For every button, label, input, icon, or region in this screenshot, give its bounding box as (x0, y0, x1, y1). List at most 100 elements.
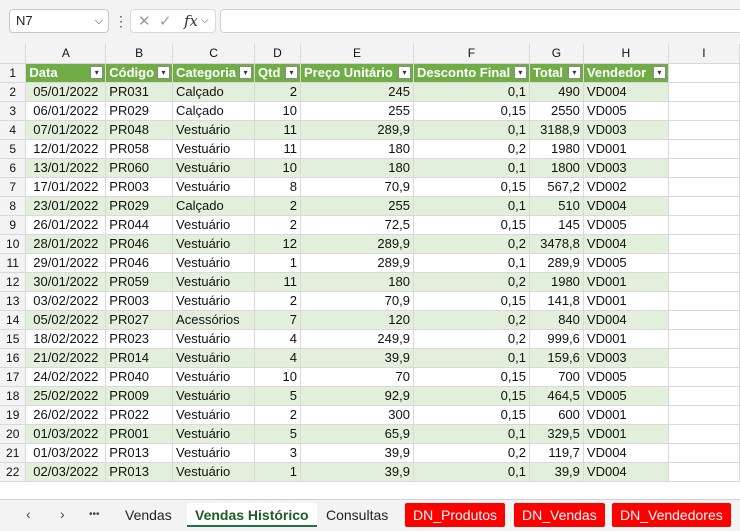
table-cell[interactable]: 10 (254, 101, 301, 121)
column-header-g[interactable]: G (529, 44, 584, 64)
cell[interactable] (668, 177, 740, 197)
table-cell[interactable]: PR023 (105, 329, 174, 349)
cell[interactable] (668, 367, 740, 387)
table-cell[interactable]: 0,1 (413, 348, 530, 368)
table-cell[interactable]: VD003 (583, 158, 669, 178)
table-cell[interactable]: 120 (300, 310, 414, 330)
cell[interactable] (668, 310, 740, 330)
table-cell[interactable]: 70,9 (300, 291, 414, 311)
table-cell[interactable]: 17/01/2022 (25, 177, 107, 197)
table-cell[interactable]: VD002 (583, 177, 669, 197)
cell[interactable] (668, 348, 740, 368)
table-cell[interactable]: Vestuário (172, 405, 256, 425)
table-cell[interactable]: 1 (254, 253, 301, 273)
enter-icon[interactable]: ✓ (159, 12, 172, 30)
table-cell[interactable]: PR059 (105, 272, 174, 292)
table-cell[interactable]: Vestuário (172, 272, 256, 292)
table-cell[interactable]: 30/01/2022 (25, 272, 107, 292)
table-cell[interactable]: 39,9 (300, 348, 414, 368)
cell[interactable] (668, 158, 740, 178)
cell[interactable] (668, 82, 740, 102)
table-cell[interactable]: 289,9 (529, 253, 584, 273)
table-header-cell[interactable]: Desconto Final ▾ (413, 63, 530, 83)
table-cell[interactable]: 39,9 (300, 443, 414, 463)
table-cell[interactable]: Vestuário (172, 120, 256, 140)
cell[interactable] (668, 386, 740, 406)
table-cell[interactable]: 2 (254, 291, 301, 311)
table-cell[interactable]: 0,2 (413, 443, 530, 463)
row-header[interactable]: 3 (0, 101, 27, 121)
cell[interactable] (668, 63, 740, 83)
table-cell[interactable]: VD001 (583, 291, 669, 311)
table-cell[interactable]: VD004 (583, 310, 669, 330)
column-header-b[interactable]: B (105, 44, 174, 64)
table-cell[interactable]: 0,15 (413, 101, 530, 121)
table-cell[interactable]: 180 (300, 158, 414, 178)
row-header[interactable]: 11 (0, 253, 27, 273)
table-cell[interactable]: VD005 (583, 386, 669, 406)
table-cell[interactable]: 70 (300, 367, 414, 387)
row-header[interactable]: 13 (0, 291, 27, 311)
table-cell[interactable]: VD001 (583, 329, 669, 349)
table-cell[interactable]: PR014 (105, 348, 174, 368)
table-cell[interactable]: 11 (254, 139, 301, 159)
table-cell[interactable]: 2 (254, 405, 301, 425)
filter-dropdown-icon[interactable]: ▾ (652, 65, 666, 79)
table-cell[interactable]: VD001 (583, 272, 669, 292)
table-cell[interactable]: 3188,9 (529, 120, 584, 140)
table-cell[interactable]: 05/02/2022 (25, 310, 107, 330)
table-cell[interactable]: 0,2 (413, 139, 530, 159)
cell[interactable] (668, 405, 740, 425)
table-cell[interactable]: 5 (254, 424, 301, 444)
filter-dropdown-icon[interactable]: ▾ (567, 65, 581, 79)
table-cell[interactable]: 0,1 (413, 424, 530, 444)
row-header[interactable]: 12 (0, 272, 27, 292)
table-cell[interactable]: PR001 (105, 424, 174, 444)
row-header[interactable]: 20 (0, 424, 27, 444)
table-cell[interactable]: 2 (254, 196, 301, 216)
cell[interactable] (668, 424, 740, 444)
table-cell[interactable]: Calçado (172, 82, 256, 102)
column-header-h[interactable]: H (583, 44, 669, 64)
table-cell[interactable]: Vestuário (172, 386, 256, 406)
table-cell[interactable]: 119,7 (529, 443, 584, 463)
row-header[interactable]: 19 (0, 405, 27, 425)
table-cell[interactable]: 0,2 (413, 234, 530, 254)
column-header-i[interactable]: I (668, 44, 740, 64)
chevron-down-icon[interactable]: ⌵ (95, 10, 103, 32)
row-header[interactable]: 17 (0, 367, 27, 387)
table-cell[interactable]: 65,9 (300, 424, 414, 444)
table-cell[interactable]: 72,5 (300, 215, 414, 235)
row-header[interactable]: 22 (0, 462, 27, 482)
table-cell[interactable]: VD004 (583, 462, 669, 482)
table-cell[interactable]: PR013 (105, 443, 174, 463)
table-cell[interactable]: Vestuário (172, 462, 256, 482)
table-cell[interactable]: 12 (254, 234, 301, 254)
table-cell[interactable]: 07/01/2022 (25, 120, 107, 140)
table-cell[interactable]: Vestuário (172, 234, 256, 254)
table-cell[interactable]: 4 (254, 348, 301, 368)
table-cell[interactable]: 23/01/2022 (25, 196, 107, 216)
cancel-icon[interactable]: ✕ (138, 12, 151, 30)
table-cell[interactable]: 1 (254, 462, 301, 482)
table-cell[interactable]: 92,9 (300, 386, 414, 406)
cell[interactable] (668, 443, 740, 463)
table-cell[interactable]: Vestuário (172, 139, 256, 159)
column-header-c[interactable]: C (172, 44, 256, 64)
formula-input[interactable] (220, 9, 740, 33)
table-cell[interactable]: 11 (254, 120, 301, 140)
table-cell[interactable]: 26/01/2022 (25, 215, 107, 235)
table-cell[interactable]: 10 (254, 158, 301, 178)
table-cell[interactable]: PR060 (105, 158, 174, 178)
table-cell[interactable]: 840 (529, 310, 584, 330)
table-cell[interactable]: 4 (254, 329, 301, 349)
table-cell[interactable]: PR031 (105, 82, 174, 102)
table-cell[interactable]: PR048 (105, 120, 174, 140)
row-header[interactable]: 16 (0, 348, 27, 368)
table-cell[interactable]: 3 (254, 443, 301, 463)
more-sheets-icon[interactable]: ••• (89, 509, 100, 520)
filter-dropdown-icon[interactable]: ▾ (285, 65, 298, 79)
row-header[interactable]: 6 (0, 158, 27, 178)
table-cell[interactable]: 0,15 (413, 177, 530, 197)
table-cell[interactable]: 11 (254, 272, 301, 292)
